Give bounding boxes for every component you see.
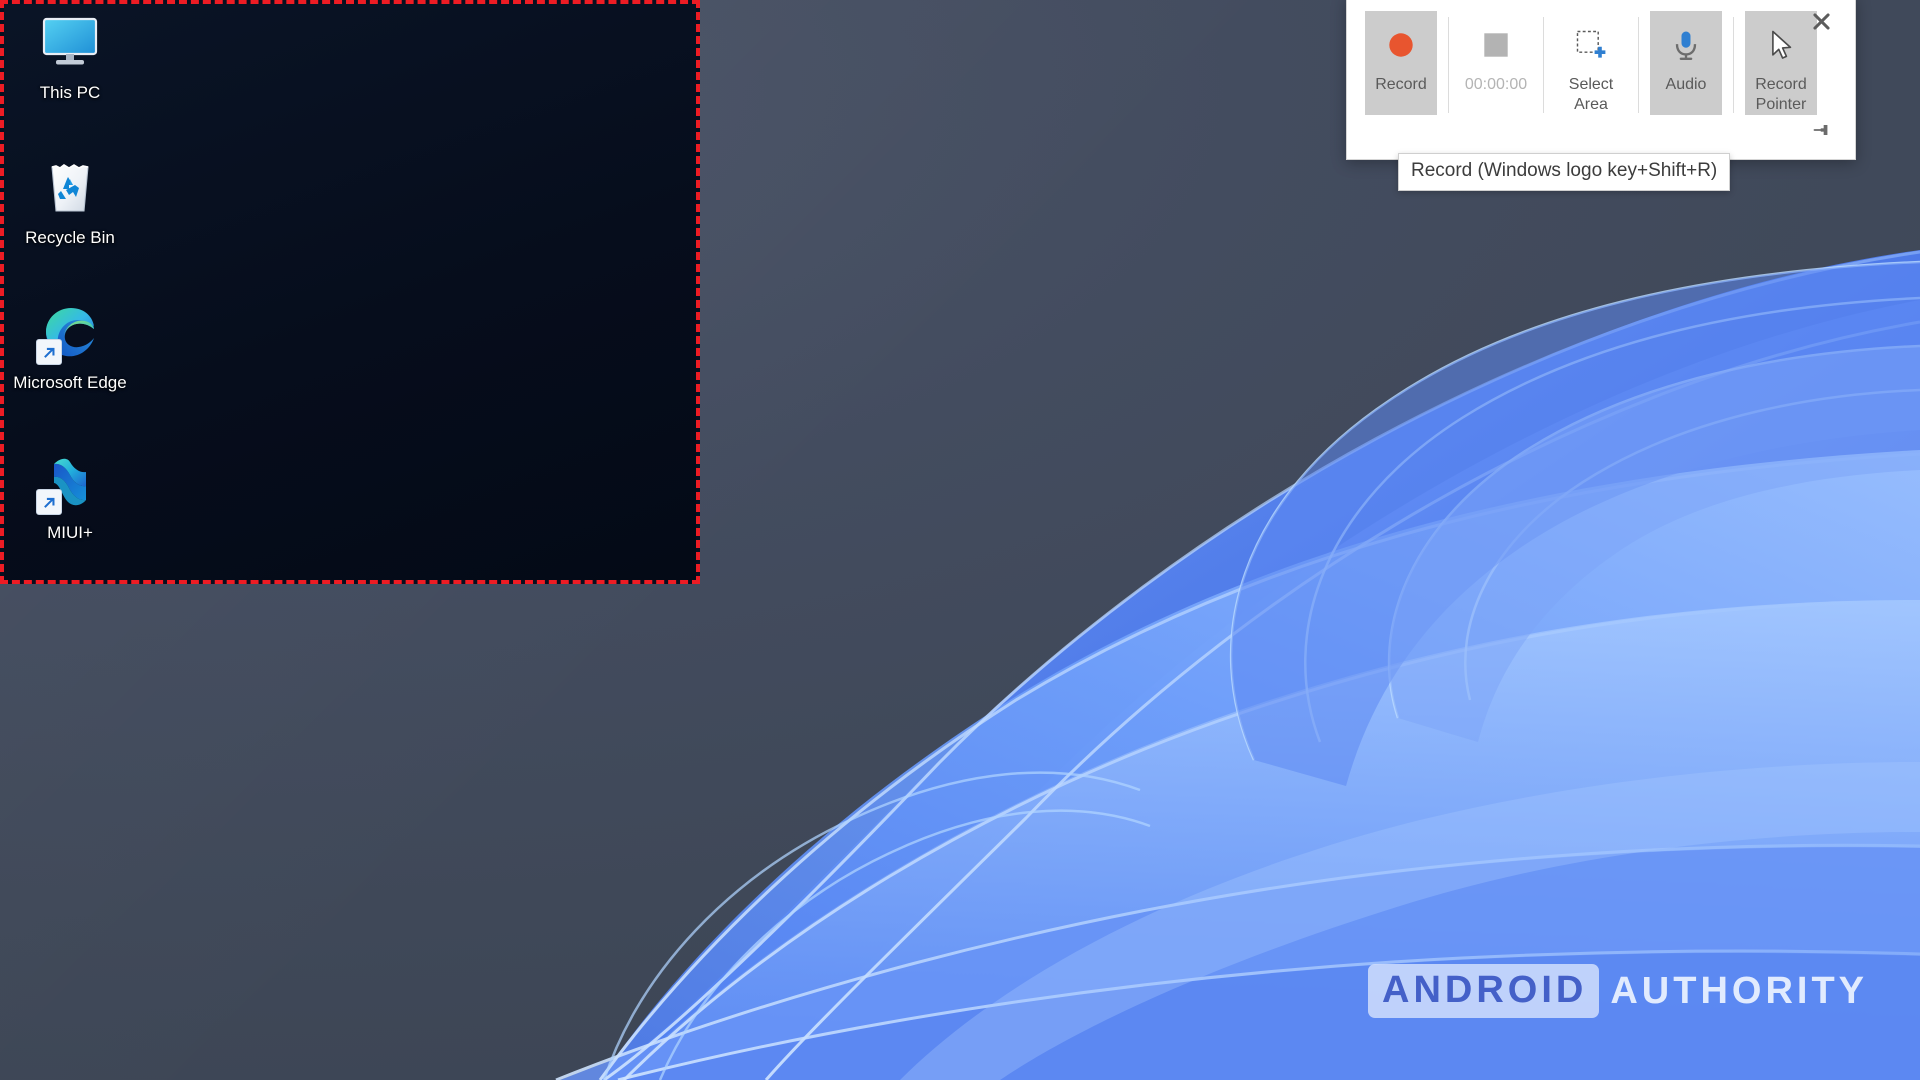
desktop-icon-label: MIUI+ <box>47 523 93 542</box>
record-button[interactable]: Record <box>1365 11 1437 115</box>
toolbar-divider <box>1733 17 1734 113</box>
record-pointer-button-label: Record Pointer <box>1755 76 1807 113</box>
miui-plus-icon <box>36 450 102 515</box>
desktop: This PC Recycle Bin Microsoft Edge MIUI+… <box>0 0 1920 1080</box>
select-area-icon <box>1573 21 1609 69</box>
toolbar-divider <box>1638 17 1639 113</box>
desktop-icon-label: Microsoft Edge <box>13 373 127 392</box>
mouse-pointer-icon <box>1763 21 1799 69</box>
audio-button-label: Audio <box>1665 76 1707 93</box>
pin-icon[interactable] <box>1811 119 1833 141</box>
record-pointer-button[interactable]: Record Pointer <box>1745 11 1817 115</box>
monitor-icon <box>38 10 102 74</box>
close-icon[interactable] <box>1809 9 1833 33</box>
edge-icon <box>36 300 102 365</box>
watermark-primary: ANDROID <box>1368 964 1600 1018</box>
recording-timer: 00:00:00 <box>1464 76 1528 93</box>
stop-button[interactable]: 00:00:00 <box>1460 11 1532 115</box>
select-area-button[interactable]: Select Area <box>1555 11 1627 115</box>
record-dot-icon <box>1383 21 1419 69</box>
watermark: ANDROID AUTHORITY <box>1368 964 1868 1018</box>
desktop-icon-this-pc[interactable]: This PC <box>12 10 128 103</box>
desktop-icon-label: This PC <box>39 83 101 102</box>
record-button-label: Record <box>1375 76 1427 93</box>
toolbar-divider <box>1543 17 1544 113</box>
shortcut-arrow-icon <box>36 339 62 365</box>
toolbar-divider <box>1448 17 1449 113</box>
microphone-icon <box>1668 21 1704 69</box>
select-area-button-label: Select Area <box>1568 76 1614 113</box>
audio-button[interactable]: Audio <box>1650 11 1722 115</box>
record-tooltip: Record (Windows logo key+Shift+R) <box>1398 153 1731 191</box>
desktop-icon-miui-plus[interactable]: MIUI+ <box>12 450 128 543</box>
recording-toolbar: Record 00:00:00 Select Area Audio Record… <box>1346 0 1856 160</box>
desktop-icon-microsoft-edge[interactable]: Microsoft Edge <box>12 300 128 393</box>
desktop-icon-label: Recycle Bin <box>25 228 115 247</box>
desktop-icon-recycle-bin[interactable]: Recycle Bin <box>12 155 128 248</box>
recycle-bin-icon <box>38 155 102 219</box>
shortcut-arrow-icon <box>36 489 62 515</box>
stop-square-icon <box>1478 21 1514 69</box>
watermark-secondary: AUTHORITY <box>1610 969 1868 1012</box>
